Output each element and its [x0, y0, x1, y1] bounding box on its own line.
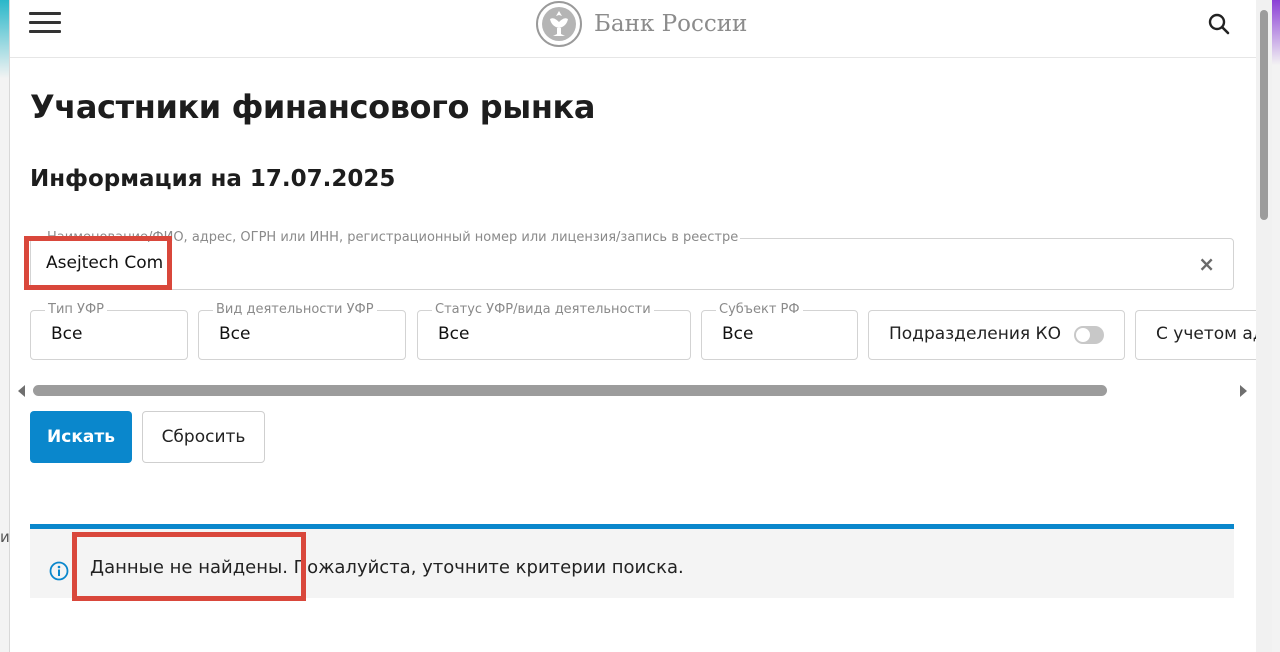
filter-value: Все: [438, 324, 470, 344]
site-logo[interactable]: Банк России: [536, 0, 747, 48]
ko-divisions-toggle[interactable]: [1074, 326, 1104, 344]
page-title: Участники финансового рынка: [30, 88, 596, 126]
scrollbar-thumb[interactable]: [33, 385, 1107, 396]
filter-value: Все: [722, 324, 754, 344]
info-date-heading: Информация на 17.07.2025: [30, 166, 396, 192]
info-icon: [49, 561, 69, 581]
logo-text: Банк России: [594, 11, 748, 37]
filter-with-address[interactable]: С учетом ад: [1135, 310, 1265, 360]
filter-value: Все: [219, 324, 251, 344]
search-field-label: Наименование/ФИО, адрес, ОГРН или ИНН, р…: [45, 230, 741, 245]
filters-horizontal-scrollbar[interactable]: [16, 382, 1256, 400]
vertical-scrollbar-thumb[interactable]: [1260, 10, 1268, 220]
site-header: Банк России: [10, 0, 1256, 58]
filter-label: Тип УФР: [45, 302, 107, 317]
filter-region[interactable]: Субъект РФ Все: [701, 302, 858, 360]
bank-emblem-icon: [536, 1, 582, 47]
close-icon[interactable]: ×: [1198, 252, 1215, 276]
filter-label: Субъект РФ: [716, 302, 803, 317]
menu-icon[interactable]: [29, 12, 61, 34]
reset-button[interactable]: Сбросить: [142, 411, 265, 463]
scroll-left-icon[interactable]: [18, 385, 25, 397]
filter-activity-type[interactable]: Вид деятельности УФР Все: [198, 302, 406, 360]
filter-label: Вид деятельности УФР: [213, 302, 377, 317]
vertical-scrollbar[interactable]: [1256, 0, 1272, 652]
filter-value: Все: [51, 324, 83, 344]
browser-popup-window: Банк России Участники финансового рынка …: [9, 0, 1272, 652]
filter-ko-divisions[interactable]: Подразделения КО: [868, 310, 1125, 360]
filter-type-ufr[interactable]: Тип УФР Все: [30, 302, 188, 360]
filter-label: Статус УФР/вида деятельности: [432, 302, 654, 317]
filter-toggle-label: Подразделения КО: [889, 324, 1061, 344]
search-button[interactable]: Искать: [30, 411, 132, 463]
search-field: Наименование/ФИО, адрес, ОГРН или ИНН, р…: [30, 230, 1234, 290]
alert-message: Данные не найдены. Пожалуйста, уточните …: [90, 557, 684, 578]
no-results-alert: Данные не найдены. Пожалуйста, уточните …: [30, 524, 1234, 598]
search-input[interactable]: [46, 253, 1146, 273]
scroll-right-icon[interactable]: [1240, 385, 1247, 397]
search-icon[interactable]: [1207, 12, 1231, 36]
filter-partial-label: С учетом ад: [1156, 324, 1265, 344]
filter-status[interactable]: Статус УФР/вида деятельности Все: [417, 302, 691, 360]
